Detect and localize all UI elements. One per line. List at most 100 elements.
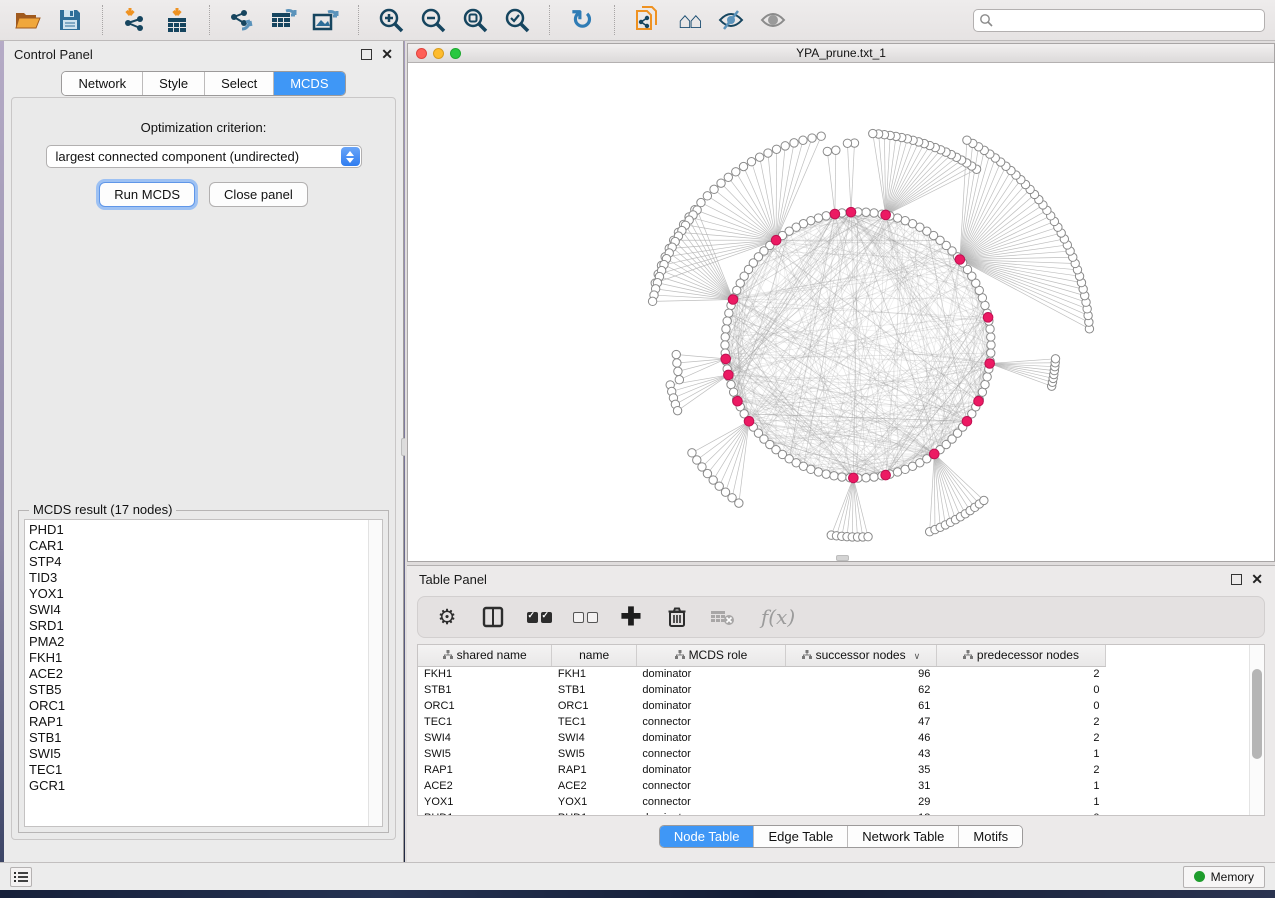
table-row[interactable]: YOX1YOX1connector291 [418,794,1106,810]
tab-select[interactable]: Select [205,72,274,95]
zoom-out-icon[interactable] [415,4,451,36]
mcds-result-item[interactable]: FKH1 [29,650,382,666]
column-header-successor-nodes[interactable]: successor nodes∨ [785,645,936,666]
column-header-predecessor-nodes[interactable]: predecessor nodes [936,645,1105,666]
zoom-in-icon[interactable] [373,4,409,36]
open-folder-icon[interactable] [10,4,46,36]
mcds-result-item[interactable]: RAP1 [29,714,382,730]
table-row[interactable]: TEC1TEC1connector472 [418,714,1106,730]
tab-network-table[interactable]: Network Table [848,826,959,847]
tab-mcds[interactable]: MCDS [274,72,344,95]
select-all-icon[interactable] [526,604,552,630]
table-row[interactable]: RAP1RAP1dominator352 [418,762,1106,778]
column-header-shared-name[interactable]: shared name [418,645,552,666]
mcds-result-item[interactable]: GCR1 [29,778,382,794]
dominator-node[interactable] [983,313,993,323]
result-list-scrollbar[interactable] [368,520,382,826]
float-panel-icon[interactable] [361,49,372,60]
dominator-node[interactable] [744,416,754,426]
delete-table-icon[interactable] [710,604,736,630]
dominator-node[interactable] [881,470,891,480]
mcds-result-item[interactable]: CAR1 [29,538,382,554]
add-column-icon[interactable]: ✚ [618,604,644,630]
table-scrollbar-thumb[interactable] [1252,669,1262,759]
mcds-result-item[interactable]: ORC1 [29,698,382,714]
zoom-selected-icon[interactable] [499,4,535,36]
export-image-icon[interactable] [308,4,344,36]
close-table-panel-icon[interactable]: ✕ [1251,572,1263,586]
task-history-button[interactable] [10,867,32,887]
run-mcds-button[interactable]: Run MCDS [99,182,195,207]
table-row[interactable]: SWI5SWI5connector431 [418,746,1106,762]
table-row[interactable]: SWI4SWI4dominator462 [418,730,1106,746]
mcds-result-item[interactable]: SWI4 [29,602,382,618]
tab-motifs[interactable]: Motifs [959,826,1022,847]
mcds-result-item[interactable]: YOX1 [29,586,382,602]
gear-icon[interactable]: ⚙ [434,604,460,630]
mcds-result-item[interactable]: ACE2 [29,666,382,682]
dominator-node[interactable] [955,255,965,265]
float-table-panel-icon[interactable] [1231,574,1242,585]
table-tabbar: Node TableEdge TableNetwork TableMotifs [659,825,1023,848]
function-builder-icon[interactable]: f(x) [756,604,800,630]
dominator-node[interactable] [846,207,856,217]
mcds-result-list[interactable]: PHD1CAR1STP4TID3YOX1SWI4SRD1PMA2FKH1ACE2… [24,519,383,827]
binoculars-icon[interactable]: ⌂⌂ [671,4,707,36]
close-panel-icon[interactable]: ✕ [381,47,393,61]
copy-network-icon[interactable] [629,4,665,36]
eye-icon[interactable] [755,4,791,36]
tab-network[interactable]: Network [62,72,143,95]
horizontal-splitter-handle[interactable] [836,555,849,561]
dominator-node[interactable] [728,295,738,305]
dominator-node[interactable] [849,473,859,483]
column-header-MCDS-role[interactable]: MCDS role [636,645,785,666]
delete-column-icon[interactable] [664,604,690,630]
dominator-node[interactable] [733,396,743,406]
dominator-node[interactable] [962,416,972,426]
dominator-node[interactable] [929,449,939,459]
export-network-icon[interactable] [224,4,260,36]
mcds-result-item[interactable]: STB5 [29,682,382,698]
export-table-icon[interactable] [266,4,302,36]
search-input[interactable] [973,9,1265,32]
dominator-node[interactable] [721,354,731,364]
mcds-result-item[interactable]: SRD1 [29,618,382,634]
column-header-name[interactable]: name [552,645,637,666]
table-row[interactable]: PHD1PHD1dominator180 [418,810,1106,816]
import-network-icon[interactable] [117,4,153,36]
zoom-fit-icon[interactable] [457,4,493,36]
close-panel-button[interactable]: Close panel [209,182,308,207]
table-scrollbar[interactable] [1249,645,1264,815]
refresh-icon[interactable]: ↻ [564,4,600,36]
mcds-result-item[interactable]: PHD1 [29,522,382,538]
save-icon[interactable] [52,4,88,36]
tab-style[interactable]: Style [143,72,205,95]
mcds-result-item[interactable]: STB1 [29,730,382,746]
mcds-result-item[interactable]: SWI5 [29,746,382,762]
tab-edge-table[interactable]: Edge Table [754,826,848,847]
mcds-result-item[interactable]: PMA2 [29,634,382,650]
dominator-node[interactable] [881,210,891,220]
network-titlebar[interactable]: YPA_prune.txt_1 [408,44,1274,63]
table-row[interactable]: FKH1FKH1dominator962 [418,666,1106,682]
mcds-result-item[interactable]: STP4 [29,554,382,570]
tab-node-table[interactable]: Node Table [660,826,755,847]
network-canvas[interactable] [408,63,1274,561]
table-row[interactable]: ORC1ORC1dominator610 [418,698,1106,714]
dominator-node[interactable] [724,370,734,380]
table-row[interactable]: ACE2ACE2connector311 [418,778,1106,794]
eye-slash-icon[interactable] [713,4,749,36]
mcds-result-item[interactable]: TEC1 [29,762,382,778]
dominator-node[interactable] [771,235,781,245]
memory-button[interactable]: Memory [1183,866,1265,888]
deselect-all-icon[interactable] [572,604,598,630]
mcds-result-item[interactable]: TID3 [29,570,382,586]
network-graph[interactable] [408,63,1274,561]
criterion-select[interactable]: largest connected component (undirected) [46,145,362,168]
dominator-node[interactable] [985,359,995,369]
dominator-node[interactable] [830,209,840,219]
dominator-node[interactable] [974,396,984,406]
table-row[interactable]: STB1STB1dominator620 [418,682,1106,698]
columns-icon[interactable] [480,604,506,630]
import-table-icon[interactable] [159,4,195,36]
